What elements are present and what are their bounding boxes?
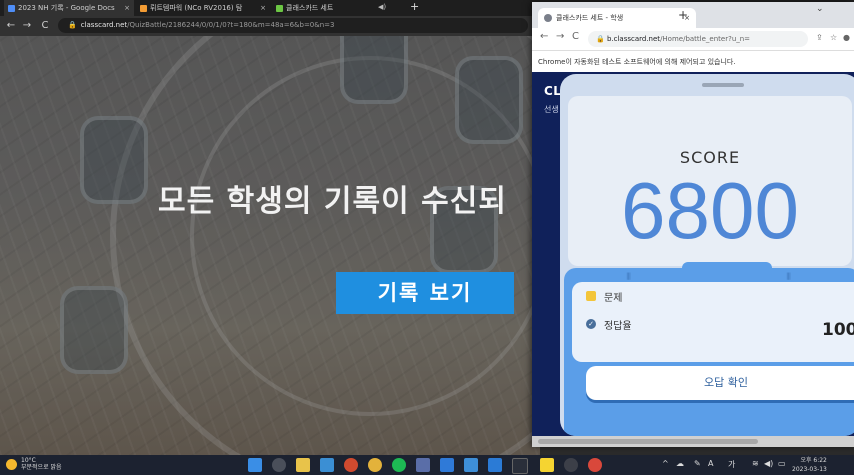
powerpoint-icon[interactable] (344, 458, 358, 472)
page-headline: 모든 학생의 기록이 수신되 (158, 184, 507, 219)
chevron-down-icon[interactable]: ⌄ (816, 4, 824, 14)
weather-widget[interactable]: 10°C 부분적으로 맑음 (6, 457, 62, 471)
calendar-icon[interactable] (416, 458, 430, 472)
stat-label: 문제 (604, 292, 623, 304)
grip-icon: ||| (786, 272, 791, 280)
new-tab-button[interactable]: + (678, 8, 688, 22)
stat-row-accuracy: ✓ 정답율 (586, 314, 632, 334)
view-records-button[interactable]: 기록 보기 (336, 272, 514, 314)
url-path: /Home/battle_enter?u_n= (660, 35, 751, 43)
reload-button[interactable]: C (572, 31, 579, 42)
document-icon (586, 291, 596, 301)
tab-label: 클래스카드 세트 (286, 4, 334, 12)
speaker-icon[interactable]: ◀) (378, 3, 386, 11)
star-icon[interactable]: ☆ (830, 33, 837, 42)
tab-label: 뤼트템파워 (NCo RV2016) 탐 (150, 4, 243, 12)
tab-label: 2023 NH 기록 - Google Docs (18, 4, 115, 12)
address-bar[interactable]: 🔒 classcard.net/QuizBattle/2186244/0/0/1/… (58, 18, 528, 33)
scrollbar-thumb[interactable] (538, 439, 758, 444)
docs-favicon-icon (8, 4, 15, 12)
windows-taskbar: 10°C 부분적으로 맑음 ^ ☁ ✎ A 가 ≋ ◀) ▭ 오후 6:22 2… (0, 455, 854, 475)
forward-button[interactable]: → (20, 18, 34, 34)
spotify-icon[interactable] (392, 458, 406, 472)
close-icon[interactable]: × (260, 4, 266, 12)
globe-icon (544, 14, 552, 22)
tab-label: 클래스카드 세트 - 학생 (556, 14, 624, 22)
drag-handle[interactable] (702, 83, 744, 87)
profile-icon[interactable]: ● (843, 33, 850, 42)
address-bar[interactable]: 🔒 b.classcard.net/Home/battle_enter?u_n= (588, 31, 808, 47)
classcard-favicon-icon (276, 4, 283, 12)
weather-desc: 부분적으로 맑음 (21, 464, 62, 471)
back-button[interactable]: ← (4, 18, 18, 34)
chrome-active-icon[interactable] (588, 458, 602, 472)
todo-icon[interactable] (440, 458, 454, 472)
chevron-up-icon[interactable]: ^ (662, 459, 669, 468)
score-label: SCORE (679, 148, 741, 167)
lock-icon: 🔒 (596, 35, 607, 43)
url-host: classcard.net (80, 21, 128, 29)
accuracy-value: 100.0 (822, 320, 854, 340)
cloud-icon: ☁ (676, 459, 684, 468)
vscode-icon[interactable] (488, 458, 502, 472)
tab-second[interactable]: 뤼트템파워 (NCo RV2016) 탐 × (136, 0, 270, 16)
stat-label: 정답율 (604, 320, 632, 332)
url-host: b.classcard.net (606, 35, 661, 43)
forward-button[interactable]: → (556, 31, 564, 42)
lock-icon: 🔒 (68, 21, 77, 29)
site-favicon-icon (140, 4, 147, 12)
score-card: SCORE 6800 ||| ||| 문제 ✓ 정답율 100.0 (560, 74, 854, 436)
score-value: 6800 (621, 166, 799, 255)
popup-browser-window: 클래스카드 세트 - 학생 × + ⌄ ← → C 🔒 b.classcard.… (532, 2, 854, 447)
clock-time: 오후 6:22 (800, 457, 827, 464)
stats-box: 문제 ✓ 정답율 100.0 (572, 282, 854, 362)
stat-row-questions: 문제 (586, 286, 622, 306)
clock-date: 2023-03-13 (792, 466, 827, 473)
kakaotalk-icon[interactable] (540, 458, 554, 472)
classcard-sub-label: 선생 (544, 105, 559, 114)
share-icon[interactable]: ⇪ (816, 33, 823, 42)
battery-icon[interactable]: ▭ (778, 459, 786, 468)
terminal-icon[interactable] (512, 458, 528, 474)
reload-button[interactable]: C (38, 18, 52, 34)
score-panel: SCORE 6800 (568, 96, 852, 266)
grip-icon: ||| (626, 272, 631, 280)
check-circle-icon: ✓ (586, 319, 596, 329)
tab-classcard-student[interactable]: 클래스카드 세트 - 학생 × (538, 8, 696, 28)
back-button[interactable]: ← (540, 31, 548, 42)
system-clock[interactable]: 오후 6:22 2023-03-13 (792, 456, 827, 474)
new-tab-button[interactable]: + (410, 0, 419, 16)
review-wrong-answers-button[interactable]: 오답 확인 (586, 366, 854, 400)
settings-icon[interactable] (564, 458, 578, 472)
app-icon[interactable] (320, 458, 334, 472)
overlay (0, 36, 540, 455)
search-icon[interactable] (272, 458, 286, 472)
url-path: /QuizBattle/2186244/0/0/1/0?t=180&m=48a=… (127, 21, 335, 29)
weather-temp: 10°C (21, 457, 36, 464)
tray-lang[interactable]: A (708, 459, 713, 468)
volume-icon[interactable]: ◀) (764, 459, 773, 468)
start-icon[interactable] (248, 458, 262, 472)
close-icon[interactable]: × (124, 4, 130, 12)
notes-icon[interactable] (464, 458, 478, 472)
file-explorer-icon[interactable] (296, 458, 310, 472)
automation-info-bar: Chrome이 자동화된 테스트 소프트웨어에 의해 제어되고 있습니다. (532, 50, 854, 72)
chrome-icon[interactable] (368, 458, 382, 472)
popup-address-row: ← → C 🔒 b.classcard.net/Home/battle_ente… (532, 28, 854, 50)
tab-google-docs[interactable]: 2023 NH 기록 - Google Docs × (4, 0, 134, 16)
ime-korean[interactable]: 가 (728, 459, 735, 470)
pen-icon[interactable]: ✎ (694, 459, 701, 468)
popup-tab-bar: 클래스카드 세트 - 학생 × + ⌄ (532, 2, 854, 28)
result-panel: ||| ||| 문제 ✓ 정답율 100.0 오답 확인 (564, 262, 854, 436)
sun-icon (6, 458, 17, 470)
ferris-wheel-background-image: 모든 학생의 기록이 수신되 기록 보기 (0, 36, 540, 455)
wifi-icon[interactable]: ≋ (752, 459, 759, 468)
horizontal-scrollbar[interactable] (532, 436, 854, 447)
panel-ridge (682, 262, 772, 272)
classcard-page: CLASS CARD 선생 SCORE 6800 ||| ||| 문제 ✓ (532, 72, 854, 436)
